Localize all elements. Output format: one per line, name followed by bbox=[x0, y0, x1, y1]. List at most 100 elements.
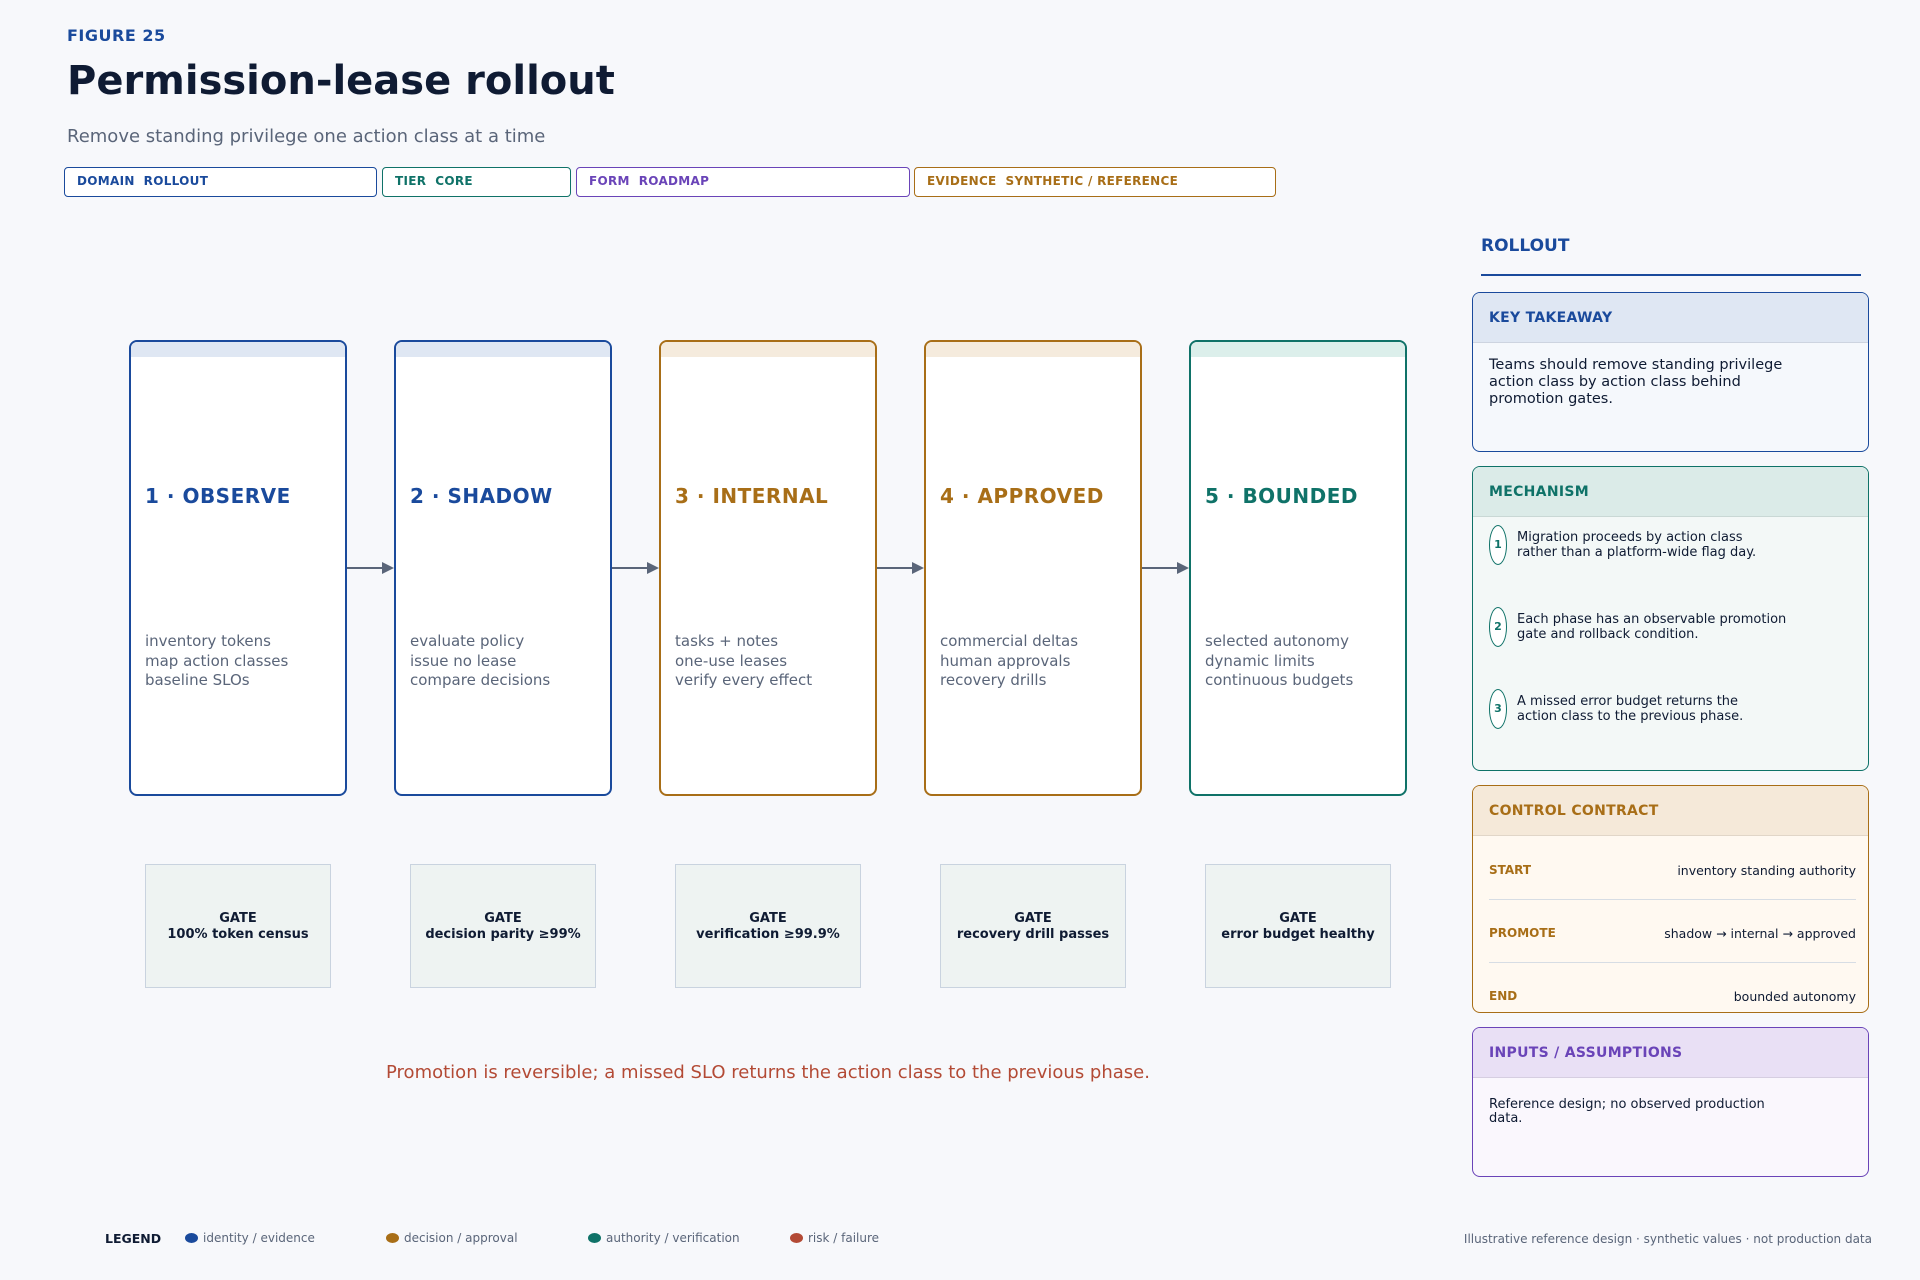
tag-evidence: EVIDENCE SYNTHETIC / REFERENCE bbox=[914, 167, 1276, 197]
takeaway-line: action class by action class behind bbox=[1489, 374, 1741, 390]
step-line: Each phase has an observable promotion bbox=[1517, 612, 1787, 627]
phase-line: dynamic limits bbox=[1205, 651, 1315, 670]
gate-label: GATE bbox=[484, 911, 522, 926]
phase-line: issue no lease bbox=[410, 651, 517, 670]
step-line: A missed error budget returns the bbox=[1517, 694, 1739, 709]
step-line: gate and rollback condition. bbox=[1517, 627, 1699, 642]
phase-title: 1 · OBSERVE bbox=[145, 484, 291, 508]
gate-label: GATE bbox=[1014, 911, 1052, 926]
tag-form: FORM ROADMAP bbox=[576, 167, 910, 197]
phase-line: evaluate policy bbox=[410, 632, 525, 650]
gate-box: GATE error budget healthy bbox=[1205, 864, 1391, 988]
contract-value: inventory standing authority bbox=[1677, 863, 1856, 878]
gate-label: GATE bbox=[1279, 911, 1317, 926]
arrow-right-icon bbox=[347, 562, 394, 574]
phase-line: commercial deltas bbox=[940, 632, 1079, 650]
contract-key: START bbox=[1489, 863, 1532, 877]
step-line: action class to the previous phase. bbox=[1517, 709, 1744, 724]
inputs-line: Reference design; no observed production bbox=[1489, 1097, 1765, 1112]
contract-value: shadow → internal → approved bbox=[1664, 926, 1856, 941]
gate-value: decision parity ≥99% bbox=[425, 927, 581, 942]
phase-line: map action classes bbox=[145, 651, 289, 670]
panel-title: KEY TAKEAWAY bbox=[1473, 293, 1868, 343]
gate-box: GATE recovery drill passes bbox=[940, 864, 1126, 988]
gate-value: error budget healthy bbox=[1221, 927, 1375, 942]
phase-line: one-use leases bbox=[675, 651, 788, 670]
step-text: Migration proceeds by action class rathe… bbox=[1517, 530, 1756, 560]
phase-line: selected autonomy bbox=[1205, 632, 1350, 650]
gate-value: verification ≥99.9% bbox=[696, 927, 840, 942]
sidebar-heading: ROLLOUT bbox=[1481, 236, 1570, 256]
arrow-right-icon bbox=[1142, 562, 1189, 574]
gate-label: GATE bbox=[749, 911, 787, 926]
phase-card-internal: 3 · INTERNAL tasks + notes one-use lease… bbox=[659, 340, 877, 796]
phase-line: human approvals bbox=[940, 651, 1071, 670]
gate-label: GATE bbox=[219, 911, 257, 926]
legend-item: risk / failure bbox=[790, 1231, 879, 1245]
legend-dot-icon bbox=[588, 1233, 601, 1243]
gate-value: 100% token census bbox=[167, 927, 309, 942]
contract-row: START inventory standing authority bbox=[1489, 863, 1856, 883]
phase-line: continuous budgets bbox=[1205, 671, 1354, 689]
phase-description: selected autonomy dynamic limits continu… bbox=[1205, 632, 1353, 691]
phase-line: baseline SLOs bbox=[145, 671, 250, 689]
legend-label: risk / failure bbox=[808, 1231, 880, 1245]
takeaway-line: Teams should remove standing privilege bbox=[1489, 357, 1783, 373]
step-number-badge: 2 bbox=[1489, 607, 1507, 647]
sidebar-divider bbox=[1481, 274, 1861, 276]
phase-band bbox=[661, 342, 875, 357]
page-subtitle: Remove standing privilege one action cla… bbox=[67, 126, 546, 147]
legend-dot-icon bbox=[790, 1233, 803, 1243]
phase-title: 4 · APPROVED bbox=[940, 484, 1104, 508]
step-text: Each phase has an observable promotion g… bbox=[1517, 612, 1786, 642]
legend-title: LEGEND bbox=[105, 1231, 162, 1246]
panel-title: MECHANISM bbox=[1473, 467, 1868, 517]
phase-title: 3 · INTERNAL bbox=[675, 484, 829, 508]
legend-label: identity / evidence bbox=[203, 1231, 315, 1245]
phase-line: recovery drills bbox=[940, 671, 1047, 689]
step-line: rather than a platform-wide flag day. bbox=[1517, 545, 1757, 560]
phase-line: tasks + notes bbox=[675, 632, 779, 650]
panel-title: INPUTS / ASSUMPTIONS bbox=[1473, 1028, 1868, 1078]
phase-band bbox=[396, 342, 610, 357]
tag-domain: DOMAIN ROLLOUT bbox=[64, 167, 377, 197]
legend-label: decision / approval bbox=[404, 1231, 518, 1245]
phase-title: 5 · BOUNDED bbox=[1205, 484, 1359, 508]
step-number-badge: 3 bbox=[1489, 689, 1507, 729]
phase-band bbox=[926, 342, 1140, 357]
legend-dot-icon bbox=[386, 1233, 399, 1243]
inputs-assumptions-panel: INPUTS / ASSUMPTIONS Reference design; n… bbox=[1472, 1027, 1869, 1177]
row-divider bbox=[1489, 962, 1856, 963]
contract-key: END bbox=[1489, 989, 1518, 1003]
contract-key: PROMOTE bbox=[1489, 926, 1556, 940]
legend-dot-icon bbox=[185, 1233, 198, 1243]
phase-card-approved: 4 · APPROVED commercial deltas human app… bbox=[924, 340, 1142, 796]
phase-card-observe: 1 · OBSERVE inventory tokens map action … bbox=[129, 340, 347, 796]
panel-body: Teams should remove standing privilege a… bbox=[1473, 343, 1868, 422]
step-number-badge: 1 bbox=[1489, 525, 1507, 565]
contract-row: END bounded autonomy bbox=[1489, 989, 1856, 1009]
arrow-right-icon bbox=[612, 562, 659, 574]
phase-description: commercial deltas human approvals recove… bbox=[940, 632, 1078, 691]
phase-card-shadow: 2 · SHADOW evaluate policy issue no leas… bbox=[394, 340, 612, 796]
arrow-right-icon bbox=[877, 562, 924, 574]
phase-line: verify every effect bbox=[675, 671, 813, 689]
panel-body: Reference design; no observed production… bbox=[1473, 1078, 1868, 1146]
phase-title: 2 · SHADOW bbox=[410, 484, 553, 508]
row-divider bbox=[1489, 899, 1856, 900]
step-line: Migration proceeds by action class bbox=[1517, 530, 1743, 545]
contract-value: bounded autonomy bbox=[1733, 989, 1856, 1004]
reversibility-note: Promotion is reversible; a missed SLO re… bbox=[386, 1062, 1150, 1083]
gate-box: GATE verification ≥99.9% bbox=[675, 864, 861, 988]
key-takeaway-panel: KEY TAKEAWAY Teams should remove standin… bbox=[1472, 292, 1869, 452]
page-title: Permission-lease rollout bbox=[67, 58, 615, 104]
phase-band bbox=[131, 342, 345, 357]
phase-description: inventory tokens map action classes base… bbox=[145, 632, 288, 691]
contract-row: PROMOTE shadow → internal → approved bbox=[1489, 926, 1856, 946]
legend-label: authority / verification bbox=[606, 1231, 740, 1245]
phase-band bbox=[1191, 342, 1405, 357]
legend-item: decision / approval bbox=[386, 1231, 518, 1245]
inputs-line: data. bbox=[1489, 1111, 1523, 1126]
step-text: A missed error budget returns the action… bbox=[1517, 694, 1743, 724]
phase-description: evaluate policy issue no lease compare d… bbox=[410, 632, 550, 691]
